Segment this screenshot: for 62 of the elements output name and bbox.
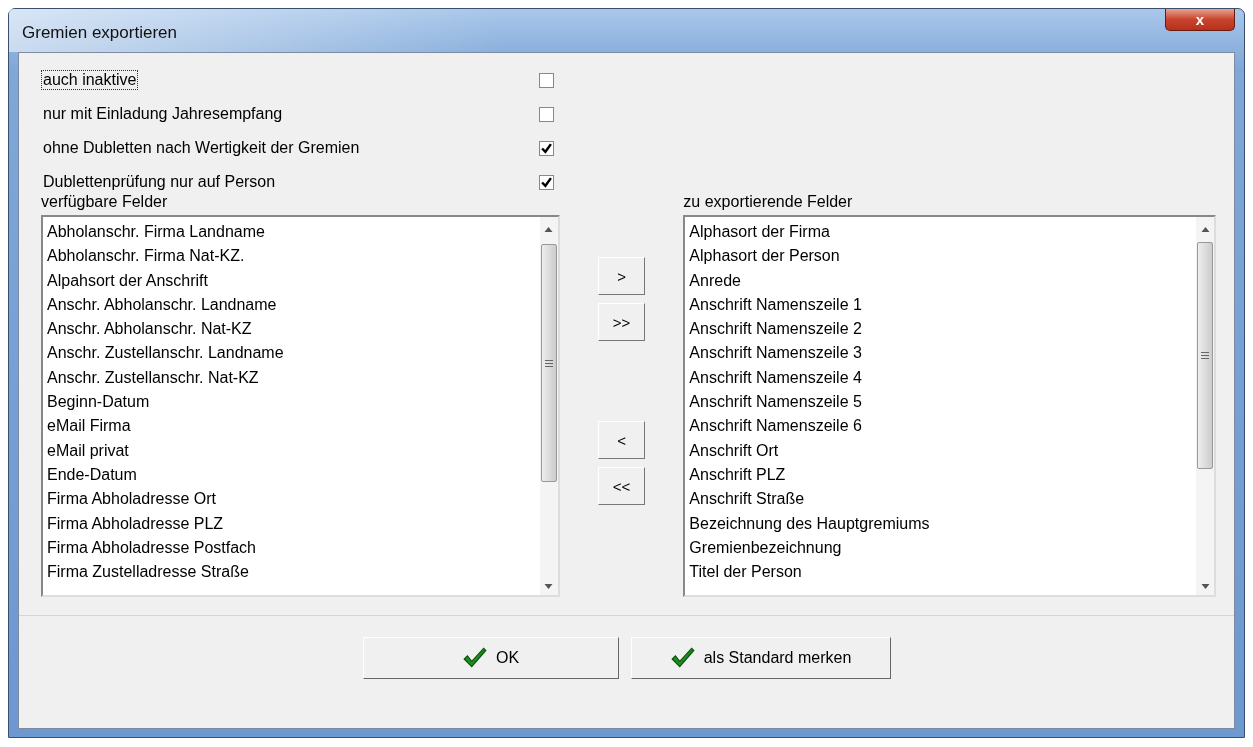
list-item[interactable]: Anschrift PLZ bbox=[689, 462, 1192, 488]
list-item[interactable]: Firma Zustelladresse Straße bbox=[47, 560, 536, 585]
list-item[interactable]: Anschrift Namenszeile 3 bbox=[689, 341, 1192, 366]
list-item[interactable]: Anschr. Abholanschr. Landname bbox=[47, 292, 536, 318]
list-item[interactable]: Anschrift Namenszeile 5 bbox=[689, 390, 1192, 415]
option-label: Dublettenprüfung nur auf Person bbox=[42, 172, 277, 192]
list-item[interactable]: eMail Firma bbox=[47, 414, 536, 439]
list-item[interactable]: Firma Abholadresse PLZ bbox=[47, 511, 536, 536]
checkbox[interactable] bbox=[539, 174, 554, 190]
list-item[interactable]: Anschr. Zustellanschr. Landname bbox=[47, 341, 536, 366]
checkmark-icon bbox=[461, 647, 488, 669]
scroll-up-icon[interactable] bbox=[544, 227, 554, 232]
list-item[interactable]: Alphasort der Person bbox=[689, 244, 1192, 269]
list-item[interactable]: Ende-Datum bbox=[47, 462, 536, 488]
list-item[interactable]: Anschr. Abholanschr. Nat-KZ bbox=[47, 317, 536, 342]
list-item[interactable]: Firma Abholadresse Ort bbox=[47, 487, 536, 512]
scroll-thumb[interactable] bbox=[540, 244, 557, 482]
option-label: auch inaktive bbox=[41, 70, 139, 90]
window-title: Gremien exportieren bbox=[22, 23, 177, 43]
list-item[interactable]: Alphasort der Firma bbox=[689, 220, 1192, 245]
list-item[interactable]: Anschrift Namenszeile 4 bbox=[689, 365, 1192, 391]
scroll-down-icon[interactable] bbox=[1200, 584, 1210, 589]
move-button[interactable]: << bbox=[598, 467, 645, 505]
save-default-button[interactable]: als Standard merken bbox=[630, 637, 891, 679]
checkbox[interactable] bbox=[539, 106, 554, 122]
list-item[interactable]: Anschrift Ort bbox=[689, 438, 1192, 463]
checkmark-icon bbox=[669, 647, 696, 669]
checkmark-icon bbox=[541, 142, 552, 154]
list-item[interactable]: Alpahsort der Anschrift bbox=[47, 268, 536, 293]
move-button[interactable]: >> bbox=[598, 303, 645, 341]
list-item[interactable]: eMail privat bbox=[47, 438, 536, 463]
move-button[interactable]: > bbox=[598, 257, 645, 295]
ok-button[interactable]: OK bbox=[362, 637, 619, 679]
scroll-down-icon[interactable] bbox=[544, 584, 554, 589]
list-item[interactable]: Abholanschr. Firma Landname bbox=[47, 220, 536, 245]
scrollbar[interactable] bbox=[1196, 217, 1214, 595]
checkbox[interactable] bbox=[539, 140, 554, 156]
close-button[interactable]: x bbox=[1165, 9, 1235, 31]
grip-icon bbox=[544, 359, 553, 367]
list-item[interactable]: Anschrift Namenszeile 6 bbox=[689, 414, 1192, 439]
list-item[interactable]: Anschrift Namenszeile 1 bbox=[689, 292, 1192, 318]
list-item[interactable]: Bezeichnung des Hauptgremiums bbox=[689, 511, 1192, 536]
scrollbar[interactable] bbox=[539, 217, 558, 595]
list-item[interactable]: Firma Abholadresse Postfach bbox=[47, 535, 536, 561]
checkmark-icon bbox=[541, 176, 552, 188]
grip-icon bbox=[1201, 352, 1209, 359]
list-item[interactable]: Gremienbezeichnung bbox=[689, 535, 1192, 561]
list-item[interactable]: Anschrift Namenszeile 2 bbox=[689, 317, 1192, 342]
list-item[interactable]: Titel der Person bbox=[689, 560, 1192, 585]
option-label: ohne Dubletten nach Wertigkeit der Gremien bbox=[42, 138, 361, 158]
scroll-up-icon[interactable] bbox=[1200, 227, 1210, 232]
list-item[interactable]: Beginn-Datum bbox=[47, 390, 536, 415]
scroll-thumb[interactable] bbox=[1197, 242, 1213, 469]
list-item[interactable]: Abholanschr. Firma Nat-KZ. bbox=[47, 244, 536, 269]
list-caption: verfügbare Felder bbox=[41, 193, 169, 212]
list-item[interactable]: Anschr. Zustellanschr. Nat-KZ bbox=[47, 365, 536, 391]
list-item[interactable]: Anrede bbox=[689, 268, 1192, 293]
checkbox[interactable] bbox=[539, 72, 554, 88]
list-caption: zu exportierende Felder bbox=[683, 193, 854, 212]
move-button[interactable]: < bbox=[598, 421, 645, 459]
option-label: nur mit Einladung Jahresempfang bbox=[42, 104, 284, 124]
list-item[interactable]: Anschrift Straße bbox=[689, 487, 1192, 512]
